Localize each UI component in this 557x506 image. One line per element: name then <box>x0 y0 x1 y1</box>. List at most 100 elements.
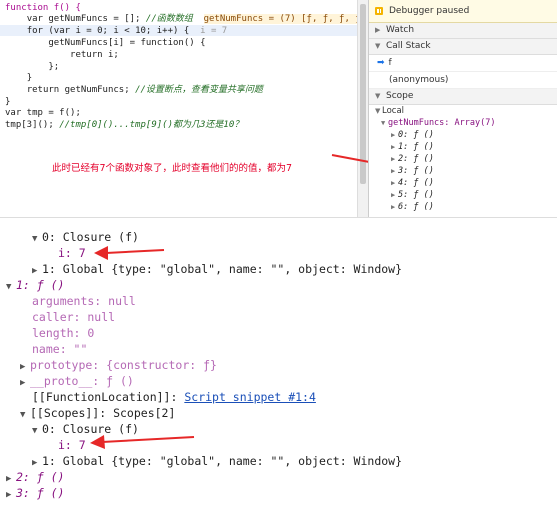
scope-item[interactable]: ▶ 0: ƒ () <box>375 129 557 141</box>
tree-function-location: [[FunctionLocation]]: Script snippet #1:… <box>32 389 316 405</box>
code-line-5: return i; <box>70 50 119 60</box>
current-frame-icon: ➡ <box>377 58 385 68</box>
script-snippet-link[interactable]: Script snippet #1:4 <box>184 390 316 404</box>
debugger-paused-banner: Debugger paused <box>369 0 557 23</box>
proto-label: __proto__: ƒ () <box>30 374 134 388</box>
fn-label: 3: ƒ () <box>16 486 65 500</box>
expand-triangle-icon: ▶ <box>6 490 12 500</box>
tree-fn-1[interactable]: ▼ 1: ƒ () <box>6 277 64 293</box>
red-arrow-2 <box>90 435 195 449</box>
caller-label: caller: null <box>32 310 116 324</box>
paused-label: Debugger paused <box>389 6 470 16</box>
prototype-label: prototype: {constructor: ƒ} <box>30 358 217 372</box>
code-line-7: } <box>26 73 33 83</box>
watch-label: Watch <box>386 25 415 35</box>
local-label: Local <box>382 106 405 116</box>
fn-label: 1: ƒ () <box>16 278 65 292</box>
editor-scrollbar[interactable] <box>357 0 368 218</box>
code-line-2: var getNumFuncs = []; //函数数组 getNumFuncs… <box>5 13 357 25</box>
frame-label: (anonymous) <box>389 75 449 85</box>
collapse-triangle-icon: ▼ <box>375 42 381 50</box>
scope-item[interactable]: ▶ 2: ƒ () <box>375 153 557 165</box>
expand-triangle-icon: ▶ <box>375 26 381 34</box>
i-label: i: 7 <box>58 246 86 260</box>
collapse-triangle-icon: ▼ <box>375 92 381 100</box>
tree-fn-2[interactable]: ▶ 2: ƒ () <box>6 469 64 485</box>
inline-eval-i: i = 7 <box>200 26 228 36</box>
panel-divider <box>0 217 557 218</box>
tree-i-value: i: 7 <box>58 245 86 261</box>
global-label: 1: Global {type: "global", name: "", obj… <box>42 262 403 276</box>
expand-triangle-icon: ▶ <box>20 378 26 388</box>
code-line-3: for (var i = 0; i < 10; i++) { i = 7 <box>26 26 228 36</box>
expand-triangle-icon: ▶ <box>391 143 396 151</box>
getnumfuncs-label: getNumFuncs: Array(7) <box>388 118 496 128</box>
tree-scopes[interactable]: ▼ [[Scopes]]: Scopes[2] <box>20 405 175 421</box>
pause-icon <box>375 7 383 15</box>
scope-item-label: 4: ƒ () <box>398 178 434 188</box>
scope-section-header[interactable]: ▼ Scope <box>369 89 557 105</box>
fnloc-key: [[FunctionLocation]]: <box>32 390 178 404</box>
tree-caller: caller: null <box>32 309 115 325</box>
tree-i-value-2: i: 7 <box>58 437 86 453</box>
scope-item[interactable]: ▶ 5: ƒ () <box>375 189 557 201</box>
expand-triangle-icon: ▶ <box>391 155 396 163</box>
callstack-section-header[interactable]: ▼ Call Stack <box>369 39 557 55</box>
length-label: length: 0 <box>32 326 95 340</box>
scope-item[interactable]: ▶ 1: ƒ () <box>375 141 557 153</box>
tree-proto[interactable]: ▶ __proto__: ƒ () <box>20 373 134 389</box>
scope-item-label: 0: ƒ () <box>398 130 434 140</box>
scope-var-getnumfuncs[interactable]: ▼ getNumFuncs: Array(7) <box>375 117 557 129</box>
scope-item[interactable]: ▶ 3: ƒ () <box>375 165 557 177</box>
scope-item-label: 3: ƒ () <box>398 166 434 176</box>
collapse-triangle-icon: ▼ <box>6 282 12 292</box>
tree-global-2[interactable]: ▶ 1: Global {type: "global", name: "", ob… <box>32 453 402 469</box>
debugger-sidebar: Debugger paused ▶ Watch ▼ Call Stack ➡ f (a… <box>368 0 557 218</box>
tree-global-1[interactable]: ▶ 1: Global {type: "global", name: "", ob… <box>32 261 402 277</box>
tree-length: length: 0 <box>32 325 94 341</box>
tree-name: name: "" <box>32 341 87 357</box>
expand-triangle-icon: ▶ <box>391 191 396 199</box>
expand-triangle-icon: ▶ <box>391 131 396 139</box>
tree-prototype[interactable]: ▶ prototype: {constructor: ƒ} <box>20 357 217 373</box>
scope-item-label: 5: ƒ () <box>398 190 434 200</box>
callstack-frame-anonymous[interactable]: (anonymous) <box>369 72 557 89</box>
collapse-triangle-icon: ▼ <box>32 234 38 244</box>
annotation-note: 此时已经有7个函数对象了，此时查看他们的的值，都为7 <box>52 163 293 174</box>
arguments-label: arguments: null <box>32 294 136 308</box>
expand-triangle-icon: ▶ <box>391 179 396 187</box>
expand-triangle-icon: ▶ <box>391 167 396 175</box>
scope-item[interactable]: ▶ 6: ƒ () <box>375 201 557 213</box>
fn-label: 2: ƒ () <box>16 470 65 484</box>
collapse-triangle-icon: ▼ <box>32 426 38 436</box>
expand-triangle-icon: ▶ <box>391 203 396 211</box>
global-label: 1: Global {type: "global", name: "", obj… <box>42 454 403 468</box>
frame-label: f <box>388 58 392 68</box>
devtools-top-panel: function f() { var getNumFuncs = []; //函… <box>0 0 557 218</box>
scope-local: ▼ Local ▼ getNumFuncs: Array(7) ▶ 0: ƒ () ▶… <box>369 105 557 213</box>
collapse-triangle-icon: ▼ <box>20 410 26 420</box>
collapse-triangle-icon: ▼ <box>381 119 386 127</box>
i-label: i: 7 <box>58 438 86 452</box>
scope-item-label: 1: ƒ () <box>398 142 434 152</box>
scope-item[interactable]: ▶ 4: ƒ () <box>375 177 557 189</box>
code-line-4: getNumFuncs[i] = function() { <box>48 38 206 48</box>
watch-section-header[interactable]: ▶ Watch <box>369 23 557 39</box>
code-line-10: var tmp = f(); <box>5 108 81 118</box>
collapse-triangle-icon: ▼ <box>375 107 381 115</box>
code-line-8: return getNumFuncs; //设置断点，查看变量共享问题 <box>26 85 263 95</box>
code-line-11: tmp[3](); //tmp[0]()...tmp[9]()都为几3还是10？ <box>5 120 244 130</box>
tree-arguments: arguments: null <box>32 293 136 309</box>
scope-item-label: 2: ƒ () <box>398 154 434 164</box>
scope-label: Scope <box>386 91 414 101</box>
callstack-frame-f[interactable]: ➡ f <box>369 55 557 72</box>
code-editor[interactable]: function f() { var getNumFuncs = []; //函… <box>0 0 357 218</box>
callstack-label: Call Stack <box>386 41 431 51</box>
name-label: name: "" <box>32 342 88 356</box>
scopes-label: [[Scopes]]: Scopes[2] <box>30 406 176 420</box>
red-arrow-1 <box>94 246 165 260</box>
scope-item-label: 6: ƒ () <box>398 202 434 212</box>
local-header[interactable]: ▼ Local <box>375 105 557 117</box>
tree-fn-3[interactable]: ▶ 3: ƒ () <box>6 485 64 501</box>
inline-eval-getnumfuncs: getNumFuncs = (7) [ƒ, ƒ, ƒ, ƒ, ƒ, <box>203 14 357 24</box>
